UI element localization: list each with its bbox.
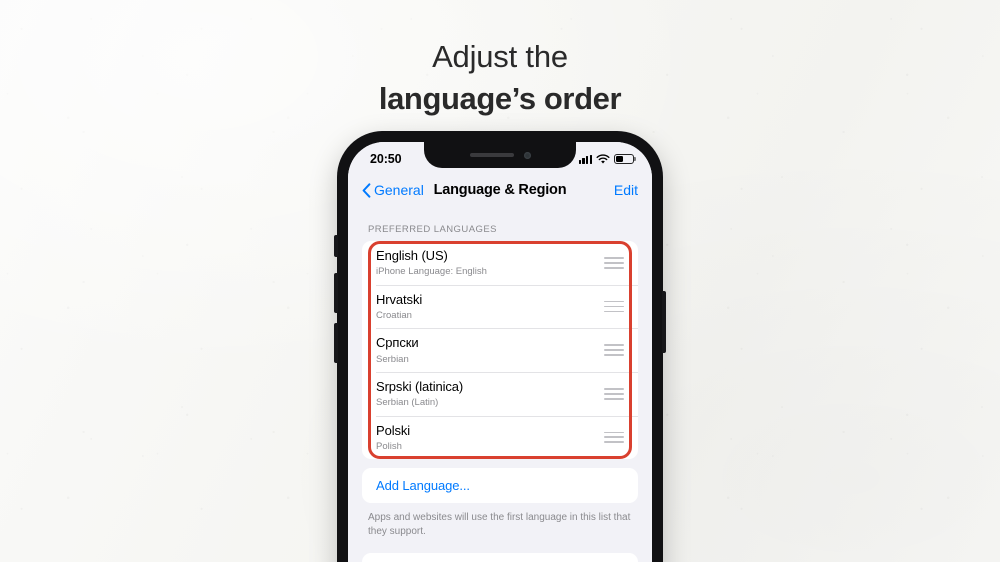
phone-power-button[interactable] <box>662 291 666 353</box>
earpiece-speaker-icon <box>469 153 514 157</box>
preferred-languages-group: English (US) iPhone Language: English Hr… <box>362 241 638 460</box>
section-header-preferred-languages: PREFERRED LANGUAGES <box>368 224 497 235</box>
language-name: English (US) <box>376 248 448 263</box>
list-item[interactable]: Hrvatski Croatian <box>362 284 638 329</box>
language-texts: Hrvatski Croatian <box>376 292 604 322</box>
next-section-card[interactable] <box>362 553 638 562</box>
language-name: Српски <box>376 335 419 351</box>
status-bar-time: 20:50 <box>370 152 402 166</box>
edit-button[interactable]: Edit <box>614 182 638 198</box>
reorder-handle-icon[interactable] <box>604 256 626 269</box>
language-texts: Srpski (latinica) Serbian (Latin) <box>376 379 604 409</box>
language-subtitle: Polish <box>376 440 402 452</box>
language-texts: English (US) iPhone Language: English <box>376 248 604 278</box>
front-camera-icon <box>523 151 531 159</box>
language-name: Polski <box>376 422 411 438</box>
chevron-left-icon <box>362 182 371 198</box>
list-item[interactable]: Polski Polish <box>362 415 638 460</box>
language-name: Srpski (latinica) <box>376 378 464 394</box>
phone-mute-switch[interactable] <box>334 235 338 257</box>
language-subtitle: iPhone Language: English <box>376 266 487 278</box>
phone-volume-up-button[interactable] <box>334 273 338 313</box>
reorder-handle-icon[interactable] <box>604 387 626 400</box>
add-language-card: Add Language... <box>362 468 638 504</box>
back-button-label: General <box>374 182 424 198</box>
navigation-bar: General Language & Region Edit <box>348 172 652 208</box>
reorder-handle-icon[interactable] <box>604 300 626 313</box>
language-subtitle: Serbian <box>376 353 409 365</box>
list-item[interactable]: English (US) iPhone Language: English <box>362 241 638 285</box>
reorder-handle-icon[interactable] <box>604 344 626 356</box>
phone-screen: 20:50 General Language & Region Edit PRE… <box>348 142 652 562</box>
wifi-icon <box>596 153 610 164</box>
language-texts: Polski Polish <box>376 423 604 453</box>
phone-volume-down-button[interactable] <box>334 323 338 363</box>
settings-content: PREFERRED LANGUAGES English (US) iPhone … <box>348 208 652 562</box>
preferred-languages-card: English (US) iPhone Language: English Hr… <box>362 241 638 460</box>
language-texts: Српски Serbian <box>376 335 604 365</box>
phone-notch <box>424 142 576 168</box>
list-item[interactable]: Srpski (latinica) Serbian (Latin) <box>362 371 638 416</box>
footer-note: Apps and websites will use the first lan… <box>368 512 631 538</box>
headline-line-1: Adjust the <box>432 39 568 74</box>
battery-icon <box>614 154 634 164</box>
language-subtitle: Serbian (Latin) <box>376 397 439 409</box>
language-name: Hrvatski <box>376 291 423 307</box>
cellular-signal-icon <box>578 154 592 164</box>
back-button-general[interactable]: General <box>362 182 424 198</box>
page-title: Adjust the language’s order <box>0 38 1000 118</box>
add-language-button[interactable]: Add Language... <box>376 478 624 493</box>
iphone-mockup: 20:50 General Language & Region Edit PRE… <box>334 131 666 562</box>
reorder-handle-icon[interactable] <box>604 431 626 444</box>
language-subtitle: Croatian <box>376 309 412 321</box>
headline-line-2: language’s order <box>378 80 622 116</box>
status-bar-icons <box>578 150 634 165</box>
list-item[interactable]: Српски Serbian <box>362 328 638 372</box>
